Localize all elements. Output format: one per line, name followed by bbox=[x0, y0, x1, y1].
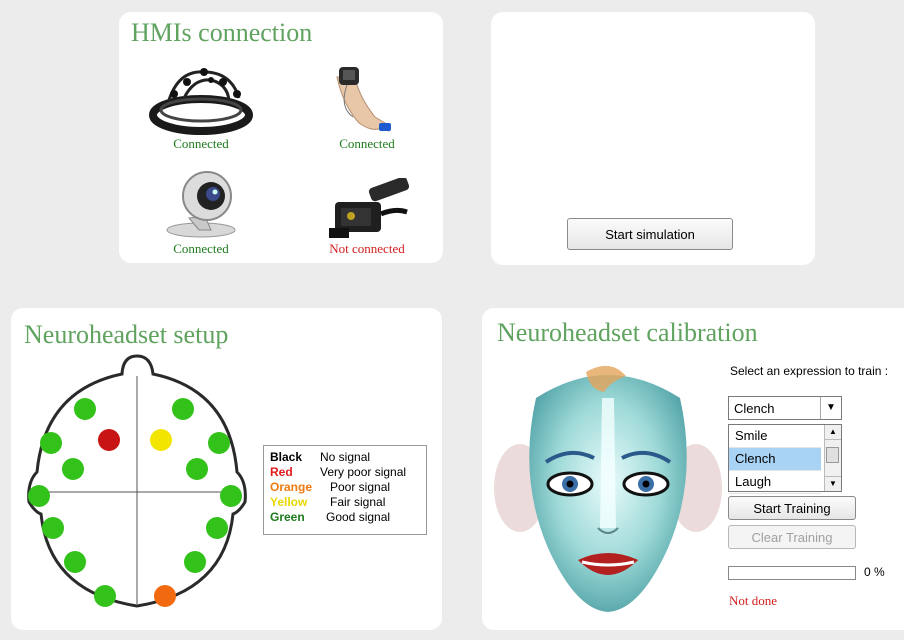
legend-row-yellow: Yellow Fair signal bbox=[270, 495, 420, 510]
legend-key: Red bbox=[270, 465, 293, 479]
electrode-green bbox=[28, 485, 50, 507]
progress-percent: 0 % bbox=[864, 565, 885, 579]
legend-key: Yellow bbox=[270, 495, 308, 509]
legend-key: Black bbox=[270, 450, 303, 464]
eeg-headset-status: Connected bbox=[173, 136, 229, 151]
scroll-down-icon[interactable]: ▼ bbox=[825, 476, 841, 491]
legend-row-green: Green Good signal bbox=[270, 510, 420, 525]
wrist-sensor-status: Connected bbox=[339, 136, 395, 151]
chevron-down-icon[interactable]: ▼ bbox=[820, 397, 841, 419]
expression-list[interactable]: Smile Clench Laugh ▲ ▼ bbox=[728, 424, 842, 494]
legend-desc: Fair signal bbox=[330, 495, 386, 509]
scroll-up-icon[interactable]: ▲ bbox=[825, 425, 841, 440]
webcam-status: Connected bbox=[173, 241, 229, 256]
electrode-green bbox=[64, 551, 86, 573]
legend-row-orange: Orange Poor signal bbox=[270, 480, 420, 495]
calibration-panel-title: Neuroheadset calibration bbox=[497, 318, 758, 347]
electrode-green bbox=[74, 398, 96, 420]
expression-dropdown-value: Clench bbox=[734, 401, 775, 416]
electrode-green bbox=[206, 517, 228, 539]
legend-row-black: Black No signal bbox=[270, 450, 420, 465]
face-avatar bbox=[494, 365, 722, 612]
electrode-orange bbox=[154, 585, 176, 607]
list-item[interactable]: Clench bbox=[729, 448, 821, 471]
head-map bbox=[27, 354, 247, 608]
scroll-thumb[interactable] bbox=[826, 447, 839, 463]
list-item[interactable]: Smile bbox=[729, 425, 821, 448]
list-item[interactable]: Laugh bbox=[729, 471, 821, 494]
signal-legend: Black No signal Red Very poor signal Orang… bbox=[263, 445, 427, 535]
neuroheadset-calibration-panel: Neuroheadset calibration Select an expre… bbox=[482, 308, 904, 630]
simulation-panel: Start simulation bbox=[491, 12, 815, 265]
electrode-green bbox=[42, 517, 64, 539]
expression-prompt: Select an expression to train : bbox=[730, 364, 889, 378]
legend-desc: No signal bbox=[320, 450, 371, 464]
start-training-button[interactable]: Start Training bbox=[728, 496, 856, 520]
electrode-yellow bbox=[150, 429, 172, 451]
wheelchair-controller-icon bbox=[329, 178, 410, 238]
webcam-icon bbox=[166, 171, 236, 238]
legend-desc: Poor signal bbox=[330, 480, 391, 494]
legend-desc: Very poor signal bbox=[320, 465, 407, 479]
legend-desc: Good signal bbox=[326, 510, 391, 524]
electrode-green bbox=[220, 485, 242, 507]
clear-training-button[interactable]: Clear Training bbox=[728, 525, 856, 549]
electrode-green bbox=[172, 398, 194, 420]
electrode-green bbox=[62, 458, 84, 480]
hmi-connection-panel: HMIs connection Connected Connected Conn… bbox=[119, 12, 443, 263]
neuroheadset-setup-panel: Neuroheadset setup Black No signal Red Ver… bbox=[11, 308, 442, 630]
hmi-panel-title: HMIs connection bbox=[131, 18, 313, 47]
training-progress-bar bbox=[728, 566, 856, 580]
legend-row-red: Red Very poor signal bbox=[270, 465, 420, 480]
wrist-sensor-icon bbox=[336, 67, 391, 132]
electrode-green bbox=[40, 432, 62, 454]
start-simulation-button[interactable]: Start simulation bbox=[567, 218, 733, 250]
legend-key: Green bbox=[270, 510, 305, 524]
electrode-red bbox=[98, 429, 120, 451]
electrode-green bbox=[186, 458, 208, 480]
wheelchair-controller-status: Not connected bbox=[329, 241, 405, 256]
expression-dropdown[interactable]: Clench ▼ bbox=[728, 396, 842, 420]
electrode-green bbox=[94, 585, 116, 607]
scrollbar[interactable]: ▲ ▼ bbox=[824, 425, 841, 491]
electrode-green bbox=[208, 432, 230, 454]
legend-key: Orange bbox=[270, 480, 313, 494]
electrode-green bbox=[184, 551, 206, 573]
setup-panel-title: Neuroheadset setup bbox=[24, 320, 229, 349]
eeg-headset-icon bbox=[149, 68, 253, 135]
training-status: Not done bbox=[729, 593, 778, 608]
